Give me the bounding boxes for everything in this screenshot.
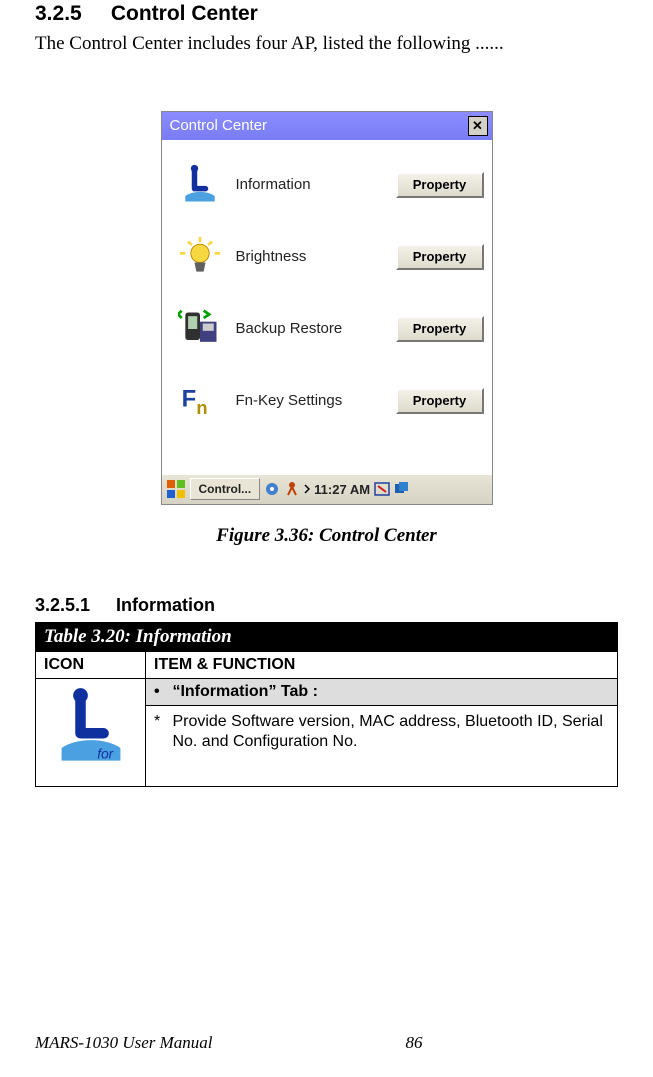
cc-label: Fn-Key Settings <box>236 392 396 409</box>
table-header-row: ICON ITEM & FUNCTION <box>36 651 618 678</box>
tray-network-icon[interactable] <box>264 481 280 497</box>
bullet-icon: • <box>154 683 168 701</box>
cc-label: Information <box>236 176 396 193</box>
cc-label: Backup Restore <box>236 320 396 337</box>
section-title: Control Center <box>111 2 258 25</box>
svg-text:F: F <box>181 385 196 412</box>
window-titlebar: Control Center ✕ <box>162 112 492 140</box>
page-footer: MARS-1030 User Manual 86 <box>35 1033 618 1053</box>
cc-label: Brightness <box>236 248 396 265</box>
figure-control-center: Control Center ✕ Information Property <box>35 111 618 547</box>
property-button[interactable]: Property <box>396 172 484 198</box>
device-window: Control Center ✕ Information Property <box>161 111 493 505</box>
svg-text:for: for <box>97 746 113 761</box>
table-desc-text: Provide Software version, MAC address, B… <box>172 712 607 752</box>
tray-expand-icon[interactable] <box>304 484 310 494</box>
svg-text:n: n <box>196 397 207 418</box>
tray-input-icon[interactable] <box>374 481 390 497</box>
table-tab-label: “Information” Tab : <box>172 683 317 700</box>
table-title: Table 3.20: Information <box>36 622 618 651</box>
table-icon-cell: for <box>36 678 146 786</box>
figure-caption: Figure 3.36: Control Center <box>35 525 618 547</box>
fnkey-icon: F n <box>176 377 224 425</box>
close-button[interactable]: ✕ <box>468 116 488 136</box>
table-header-function: ITEM & FUNCTION <box>146 651 618 678</box>
brightness-icon <box>176 233 224 281</box>
cc-row-information: Information Property <box>170 156 484 214</box>
cc-row-backup-restore: Backup Restore Property <box>170 300 484 358</box>
intro-text: The Control Center includes four AP, lis… <box>35 32 618 57</box>
control-center-body: Information Property <box>162 140 492 474</box>
tray-status-icon[interactable] <box>284 481 300 497</box>
section-heading: 3.2.5 Control Center <box>35 0 618 26</box>
subsection-title: Information <box>116 595 215 615</box>
information-icon: for <box>49 685 133 769</box>
subsection-number: 3.2.5.1 <box>35 595 111 616</box>
taskbar-clock: 11:27 AM <box>314 482 370 497</box>
taskbar-task-label: Control... <box>199 482 252 496</box>
subsection-heading: 3.2.5.1 Information <box>35 595 618 616</box>
table-row: for • “Information” Tab : <box>36 678 618 705</box>
cc-row-fnkey: F n Fn-Key Settings Property <box>170 372 484 430</box>
tray-windows-icon[interactable] <box>394 481 410 497</box>
footer-manual-name: MARS-1030 User Manual <box>35 1033 213 1053</box>
close-icon: ✕ <box>472 118 483 134</box>
information-icon <box>176 161 224 209</box>
footer-page-number: 86 <box>213 1033 423 1053</box>
backup-restore-icon <box>176 305 224 353</box>
table-desc-cell: * Provide Software version, MAC address,… <box>146 705 618 786</box>
information-table: Table 3.20: Information ICON ITEM & FUNC… <box>35 622 618 787</box>
asterisk-icon: * <box>154 712 168 732</box>
section-number: 3.2.5 <box>35 2 105 26</box>
table-title-row: Table 3.20: Information <box>36 622 618 651</box>
start-icon[interactable] <box>166 479 186 499</box>
taskbar: Control... 11:27 AM <box>162 474 492 504</box>
property-button[interactable]: Property <box>396 316 484 342</box>
window-title: Control Center <box>170 117 468 134</box>
taskbar-task-button[interactable]: Control... <box>190 478 261 500</box>
table-tab-cell: • “Information” Tab : <box>146 678 618 705</box>
cc-row-brightness: Brightness Property <box>170 228 484 286</box>
property-button[interactable]: Property <box>396 244 484 270</box>
property-button[interactable]: Property <box>396 388 484 414</box>
table-header-icon: ICON <box>36 651 146 678</box>
